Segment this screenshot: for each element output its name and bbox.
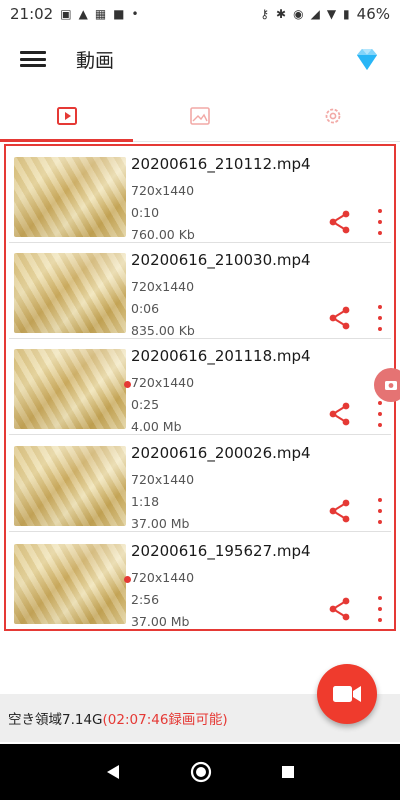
more-options-icon[interactable] [373,207,387,237]
video-duration: 2:56 [131,592,160,607]
video-resolution: 720x1440 [131,375,195,390]
video-duration: 0:10 [131,205,160,220]
more-options-icon[interactable] [373,594,387,624]
app-bar: 動画 [0,28,400,90]
video-thumbnail[interactable] [14,544,126,624]
video-resolution: 720x1440 [131,279,195,294]
video-filename: 20200616_200026.mp4 [131,444,311,462]
location-icon: ◉ [293,7,304,21]
tab-bar [0,90,400,142]
calendar-icon: ▦ [94,7,107,21]
key-icon: ⚷ [260,7,270,21]
video-duration: 1:18 [131,494,160,509]
back-icon[interactable] [104,763,122,781]
menu-icon[interactable] [18,48,48,70]
video-resolution: 720x1440 [131,183,195,198]
wifi-icon: ▼ [326,7,337,21]
more-options-icon[interactable] [373,399,387,429]
more-options-icon[interactable] [373,303,387,333]
video-duration: 0:06 [131,301,160,316]
floating-recorder-bubble[interactable] [374,368,400,402]
video-size: 37.00 Mb [131,516,190,531]
diamond-icon[interactable] [352,44,382,74]
video-resolution: 720x1440 [131,570,195,585]
share-icon[interactable] [327,209,353,235]
more-options-icon[interactable] [373,496,387,526]
video-row[interactable]: 20200616_210030.mp4 720x1440 0:06 835.00… [9,245,391,339]
status-time: 21:02 [10,5,54,23]
video-row[interactable]: 20200616_210112.mp4 720x1440 0:10 760.00… [9,149,391,243]
tab-settings[interactable] [267,90,400,141]
share-icon[interactable] [327,305,353,331]
red-marker-dot [124,381,131,388]
video-size: 760.00 Kb [131,227,195,242]
video-duration: 0:25 [131,397,160,412]
video-filename: 20200616_210030.mp4 [131,251,311,269]
video-thumbnail[interactable] [14,253,126,333]
video-size: 835.00 Kb [131,323,195,338]
video-thumbnail[interactable] [14,157,126,237]
tab-video[interactable] [0,90,134,142]
bluetooth-icon: ✱ [276,7,287,21]
video-filename: 20200616_210112.mp4 [131,155,311,173]
signal-icon: ◢ [310,7,320,21]
battery-level: 46% [356,5,390,23]
system-nav-bar [0,744,400,800]
settings-tab-icon [325,108,341,123]
video-size: 37.00 Mb [131,614,190,629]
video-filename: 20200616_201118.mp4 [131,347,311,365]
video-resolution: 720x1440 [131,472,195,487]
camera-overlay-icon [385,381,397,390]
video-size: 4.00 Mb [131,419,182,434]
page-title: 動画 [76,49,115,72]
record-button[interactable] [317,664,377,724]
red-marker-dot [124,576,131,583]
video-thumbnail[interactable] [14,349,126,429]
tab-image[interactable] [133,90,266,141]
video-list: 20200616_210112.mp4 720x1440 0:10 760.00… [4,144,396,631]
video-camera-icon [333,686,361,702]
square-notification-icon: ■ [113,7,125,21]
free-space-label: 空き領域7.14G [8,712,103,728]
share-icon[interactable] [327,401,353,427]
image-tab-icon [190,106,210,125]
recents-icon[interactable] [280,764,296,780]
record-time-label: (02:07:46録画可能) [102,712,228,728]
dot-icon: • [131,7,139,21]
home-icon[interactable] [190,761,212,783]
video-row[interactable]: 20200616_201118.mp4 720x1440 0:25 4.00 M… [9,341,391,435]
share-icon[interactable] [327,596,353,622]
share-icon[interactable] [327,498,353,524]
video-tab-icon [56,106,77,125]
video-row[interactable]: 20200616_200026.mp4 720x1440 1:18 37.00 … [9,438,391,532]
video-thumbnail[interactable] [14,446,126,526]
photo-notification-icon: ▣ [60,7,72,21]
video-row[interactable]: 20200616_195627.mp4 720x1440 2:56 37.00 … [9,536,391,629]
warning-icon: ▲ [78,7,88,21]
status-bar: 21:02 ▣ ▲ ▦ ■ • ⚷ ✱ ◉ ◢ ▼ ▮ 46% [0,0,400,28]
video-filename: 20200616_195627.mp4 [131,542,311,560]
battery-icon: ▮ [343,7,350,21]
